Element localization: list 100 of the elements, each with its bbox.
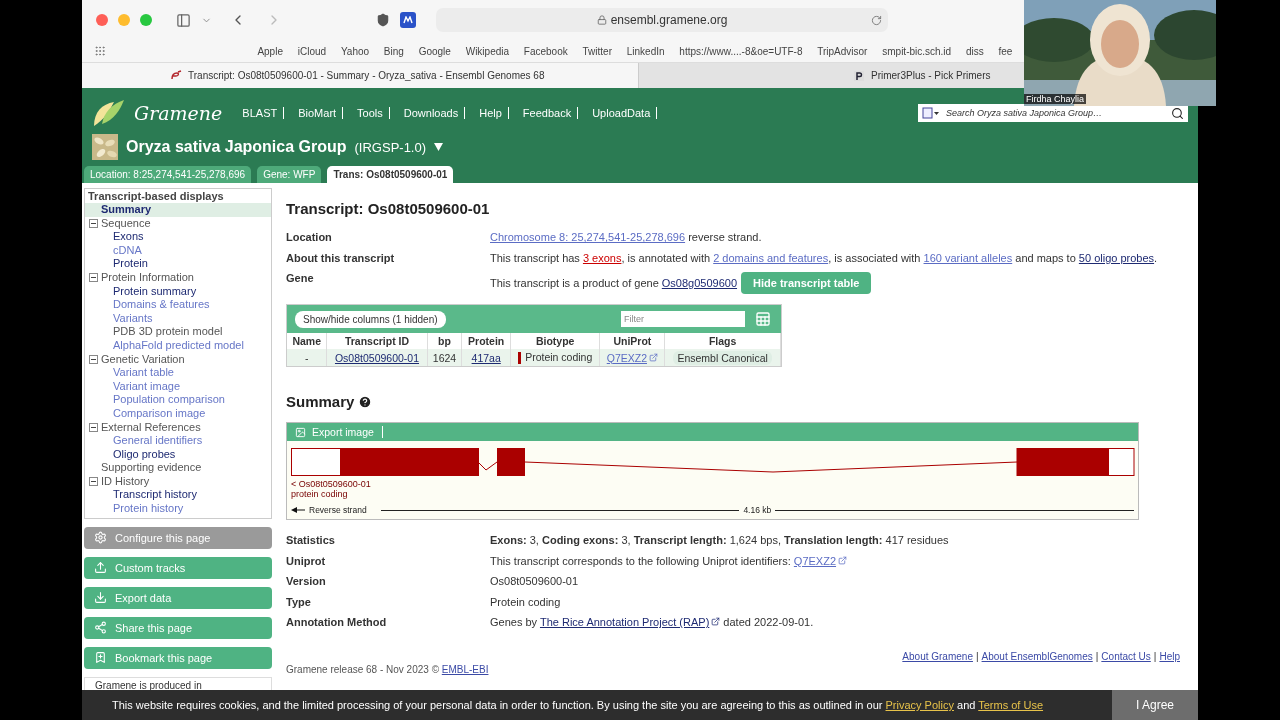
- columns-button[interactable]: Show/hide columns (1 hidden): [295, 310, 446, 328]
- column-header[interactable]: Name: [287, 333, 327, 349]
- filter-field[interactable]: Filter: [621, 311, 745, 327]
- sidebar-item[interactable]: Oligo probes: [85, 447, 271, 462]
- bookmark-link[interactable]: Wikipedia: [458, 45, 517, 57]
- link[interactable]: The Rice Annotation Project (RAP): [539, 616, 721, 629]
- sidebar-item[interactable]: Domains & features: [85, 298, 271, 312]
- site-logo[interactable]: Gramene: [134, 102, 223, 124]
- collapse-icon[interactable]: [89, 218, 98, 228]
- column-header[interactable]: Transcript ID: [326, 333, 428, 349]
- bookmark-link[interactable]: smpit-bic.sch.id: [874, 45, 959, 57]
- sidebar-item[interactable]: Protein: [85, 257, 271, 271]
- shield-icon[interactable]: [376, 13, 390, 27]
- bookmark-link[interactable]: Bing: [376, 45, 412, 57]
- field-label: Annotation Method: [286, 616, 388, 629]
- link[interactable]: Os08g0509600: [661, 277, 738, 289]
- column-header[interactable]: Biotype: [510, 333, 600, 349]
- field-value: This transcript is a product of gene Os08g0509600: [490, 277, 738, 289]
- agree-button[interactable]: I Agree: [1112, 690, 1198, 720]
- separator: |: [1153, 650, 1157, 662]
- collapse-icon[interactable]: [89, 354, 98, 364]
- sidebar-icon[interactable]: [176, 12, 191, 28]
- collapse-icon[interactable]: [89, 273, 98, 283]
- footer-link[interactable]: Contact Us: [1101, 650, 1151, 662]
- sidebar-item[interactable]: Protein summary: [85, 284, 271, 299]
- close-window-button[interactable]: [96, 14, 108, 26]
- sidebar-item[interactable]: Variants: [85, 311, 271, 326]
- sidebar-item[interactable]: Transcript history: [85, 488, 271, 503]
- collapse-icon[interactable]: [89, 422, 98, 432]
- nav-link[interactable]: Downloads: [397, 107, 466, 119]
- collapse-icon[interactable]: [89, 477, 98, 487]
- field-label: Gene: [286, 272, 315, 284]
- extension-icon[interactable]: [400, 12, 416, 28]
- nav-link[interactable]: Help: [473, 107, 509, 119]
- sidebar-item[interactable]: General identifiers: [85, 434, 271, 448]
- reload-icon[interactable]: [871, 14, 882, 26]
- sidebar-item[interactable]: Variant table: [85, 366, 271, 380]
- sidebar-item[interactable]: External References: [85, 420, 201, 435]
- bookmark-link[interactable]: TripAdvisor: [809, 45, 875, 57]
- column-header[interactable]: Protein: [461, 333, 511, 349]
- search-scope-icon[interactable]: [922, 107, 940, 119]
- grid-icon[interactable]: [94, 45, 106, 57]
- sidebar-item[interactable]: Supporting evidence: [85, 461, 271, 475]
- help-icon[interactable]: [358, 394, 373, 409]
- link[interactable]: Q7EXZ2: [793, 554, 848, 567]
- sidebar-item[interactable]: Sequence: [85, 216, 151, 231]
- cookie-text: This website requires cookies, and the limited processing of your personal data in order to function. By using the site you are agreeing to this as outlined in our Privacy Policy and Terms of Use: [112, 699, 1044, 711]
- footer-link[interactable]: Help: [1159, 650, 1180, 662]
- participant-name: Firdha Chaylia: [1024, 94, 1087, 104]
- bookmark-link[interactable]: Apple: [250, 45, 291, 57]
- sidebar-item[interactable]: ID History: [85, 474, 150, 489]
- scale-label: 4.16 kb: [743, 505, 772, 516]
- location-tab[interactable]: Trans: Os08t0509600-01: [327, 166, 454, 183]
- footer-link[interactable]: About Gramene: [902, 650, 973, 662]
- sidebar-item[interactable]: Summary: [85, 203, 271, 217]
- bookmark-link[interactable]: iCloud: [290, 45, 334, 57]
- external-link-icon: [838, 555, 848, 565]
- bookmark-link[interactable]: diss: [958, 45, 992, 57]
- section-title: Summary: [286, 393, 355, 411]
- nav-link[interactable]: Feedback: [516, 107, 579, 119]
- table-cell: Protein coding: [525, 351, 593, 363]
- sidebar-item[interactable]: Genetic Variation: [85, 352, 185, 367]
- bookmark-link[interactable]: https://www....-8&oe=UTF-8: [671, 45, 810, 57]
- link[interactable]: Privacy Policy: [885, 699, 954, 711]
- search-box[interactable]: Search Oryza sativa Japonica Group…: [918, 104, 1188, 122]
- footer-link[interactable]: About EnsemblGenomes: [981, 650, 1093, 662]
- transcript-label: < Os08t0509600-01: [291, 479, 372, 490]
- bookmark-link[interactable]: Google: [411, 45, 459, 57]
- sidebar-item[interactable]: Protein Information: [85, 270, 194, 285]
- caret-icon[interactable]: [434, 143, 444, 151]
- search-icon[interactable]: [1171, 106, 1184, 120]
- sidebar-item[interactable]: Population comparison: [85, 393, 271, 407]
- nav-link[interactable]: Tools: [351, 107, 390, 119]
- sidebar-item[interactable]: cDNA: [85, 243, 271, 258]
- nav-link[interactable]: BioMart: [292, 107, 344, 119]
- site-icon: [853, 69, 865, 82]
- sidebar-title: Transcript-based displays: [87, 189, 225, 203]
- address-field[interactable]: ensembl.gramene.org: [436, 8, 888, 32]
- bookmark-link[interactable]: fee: [991, 45, 1020, 57]
- bookmark-link[interactable]: Facebook: [516, 45, 576, 57]
- link[interactable]: 160 variant alleles: [923, 251, 1013, 264]
- bookmark-link[interactable]: Yahoo: [333, 45, 377, 57]
- link[interactable]: Chromosome 8: 25,274,541-25,278,696: [490, 231, 686, 243]
- sidebar-item[interactable]: Exons: [85, 230, 271, 244]
- column-header[interactable]: Flags: [664, 333, 781, 349]
- field-value: Genes by The Rice Annotation Project (RAP) dated 2022-09-01.: [490, 616, 815, 629]
- sidebar-item[interactable]: Comparison image: [85, 406, 271, 421]
- sidebar-item[interactable]: AlphaFold predicted model: [85, 338, 271, 353]
- sidebar-item[interactable]: Variant image: [85, 379, 271, 394]
- nav-link[interactable]: UploadData: [586, 107, 658, 119]
- column-header[interactable]: bp: [427, 333, 462, 349]
- link[interactable]: Terms of Use: [978, 699, 1044, 711]
- sidebar-item[interactable]: PDB 3D protein model: [85, 325, 271, 339]
- bookmark-link[interactable]: LinkedIn: [619, 45, 672, 57]
- browser-tab[interactable]: Primer3Plus - Pick Primers: [638, 63, 1024, 88]
- nav-link[interactable]: BLAST: [236, 107, 285, 119]
- column-header[interactable]: UniProt: [599, 333, 665, 349]
- sidebar-item[interactable]: Protein history: [85, 502, 271, 516]
- bookmark-link[interactable]: Twitter: [575, 45, 620, 57]
- link[interactable]: EMBL-EBI: [441, 663, 489, 675]
